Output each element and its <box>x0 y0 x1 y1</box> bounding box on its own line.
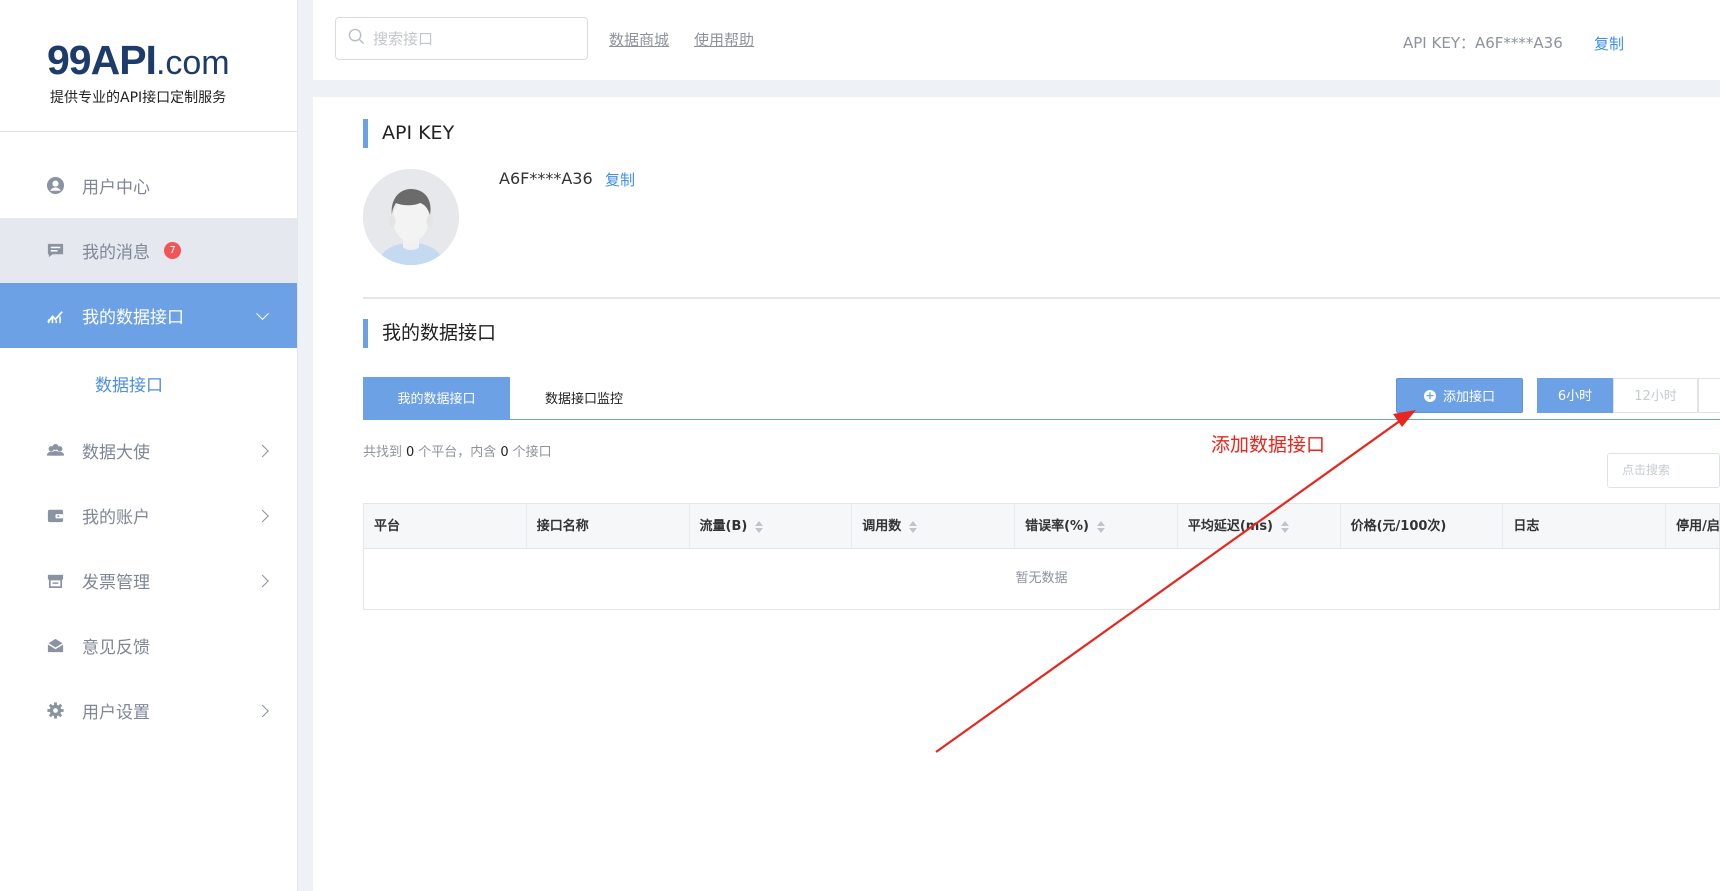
table-empty-state: 暂无数据 <box>1015 571 1068 586</box>
api-key-section-title: API KEY <box>363 119 454 148</box>
sidebar-item-invoice[interactable]: 发票管理 <box>0 548 297 613</box>
sidebar-nav: 用户中心 我的消息 7 我的数据接口 数据接口 数据大使 我的账户 发票管理 意… <box>0 132 297 743</box>
col-toggle: 停用/启 <box>1676 519 1720 534</box>
sidebar-item-label: 意见反馈 <box>82 638 150 658</box>
sidebar-item-label: 我的数据接口 <box>82 308 184 328</box>
sidebar-item-messages[interactable]: 我的消息 7 <box>0 218 297 283</box>
sidebar-item-my-data-api[interactable]: 我的数据接口 <box>0 283 297 348</box>
help-link[interactable]: 使用帮助 <box>694 29 754 50</box>
col-error-rate[interactable]: 错误率(%) <box>1015 504 1178 549</box>
top-bar: 数据商城 使用帮助 API KEY：A6F****A36 复制 <box>313 0 1720 80</box>
annotation-label: 添加数据接口 <box>1211 434 1326 456</box>
search-input[interactable] <box>373 29 573 48</box>
logo[interactable]: 99API.com 提供专业的API接口定制服务 <box>0 0 297 132</box>
search-box[interactable] <box>335 17 588 60</box>
table-header: 平台 接口名称 流量(B) 调用数 错误率(%) 平均延迟(ms) 价格(元/1… <box>364 504 1719 549</box>
chevron-right-icon <box>256 509 269 522</box>
sidebar: 99API.com 提供专业的API接口定制服务 用户中心 我的消息 7 我的数… <box>0 0 298 891</box>
api-table: 平台 接口名称 流量(B) 调用数 错误率(%) 平均延迟(ms) 价格(元/1… <box>363 503 1720 610</box>
col-platform: 平台 <box>364 504 527 549</box>
gear-icon <box>46 701 65 720</box>
col-log: 日志 <box>1503 504 1667 549</box>
chart-icon <box>46 306 65 325</box>
user-circle-icon <box>46 176 65 195</box>
col-api-name: 接口名称 <box>527 504 690 549</box>
sort-icon <box>1281 520 1289 533</box>
range-6h-button[interactable]: 6小时 <box>1537 378 1613 413</box>
data-mall-link[interactable]: 数据商城 <box>609 29 669 50</box>
add-api-button[interactable]: + 添加接口 <box>1396 378 1523 413</box>
chevron-right-icon <box>256 444 269 457</box>
chevron-right-icon <box>256 574 269 587</box>
invoice-icon <box>46 571 65 590</box>
col-calls[interactable]: 调用数 <box>852 504 1016 549</box>
logo-tagline: 提供专业的API接口定制服务 <box>50 90 227 106</box>
search-icon <box>348 28 365 49</box>
copy-api-key-button[interactable]: 复制 <box>1594 33 1624 54</box>
sort-icon <box>1096 520 1105 533</box>
table-search-input[interactable]: 点击搜索 <box>1607 453 1720 488</box>
sidebar-item-label: 用户设置 <box>82 703 150 723</box>
avatar <box>363 169 459 265</box>
copy-key-button[interactable]: 复制 <box>605 169 635 190</box>
range-more-button[interactable] <box>1698 378 1720 413</box>
api-key-display: API KEY：A6F****A36 <box>1403 34 1563 52</box>
sort-icon <box>755 520 764 533</box>
tab-my-data-api[interactable]: 我的数据接口 <box>363 377 510 420</box>
wallet-icon <box>46 506 65 525</box>
people-icon <box>46 441 65 460</box>
sidebar-item-data-ambassador[interactable]: 数据大使 <box>0 418 297 483</box>
data-api-section-title: 我的数据接口 <box>363 319 496 348</box>
sidebar-subitem-data-api[interactable]: 数据接口 <box>0 348 297 418</box>
add-api-label: 添加接口 <box>1442 390 1495 405</box>
inbox-icon <box>46 636 65 655</box>
col-price: 价格(元/100次) <box>1341 504 1504 549</box>
sort-icon <box>909 520 918 533</box>
col-traffic[interactable]: 流量(B) <box>690 504 853 549</box>
message-count-badge: 7 <box>164 242 181 259</box>
api-key-value: A6F****A36 <box>499 169 593 188</box>
sidebar-item-user-center[interactable]: 用户中心 <box>0 153 297 218</box>
plus-circle-icon: + <box>1423 388 1436 402</box>
message-icon <box>46 241 65 260</box>
logo-text: 99API.com <box>47 37 230 83</box>
sidebar-item-label: 用户中心 <box>82 178 150 198</box>
result-summary: 共找到 0 个平台，内含 0 个接口 <box>363 445 552 460</box>
sidebar-item-label: 发票管理 <box>82 573 150 593</box>
sidebar-item-label: 数据大使 <box>82 443 150 463</box>
chevron-right-icon <box>256 704 269 717</box>
col-avg-latency[interactable]: 平均延迟(ms) <box>1178 504 1341 549</box>
chevron-down-icon <box>256 306 269 320</box>
tab-api-monitor[interactable]: 数据接口监控 <box>510 377 658 420</box>
range-12h-button[interactable]: 12小时 <box>1613 378 1698 413</box>
sidebar-item-my-account[interactable]: 我的账户 <box>0 483 297 548</box>
main-panel: API KEY A6F****A36 复制 我的数据接口 我的数据接口 数据接口… <box>313 97 1720 891</box>
sidebar-item-user-settings[interactable]: 用户设置 <box>0 678 297 743</box>
sidebar-item-label: 我的账户 <box>82 508 150 528</box>
sidebar-item-feedback[interactable]: 意见反馈 <box>0 613 297 678</box>
sidebar-item-label: 我的消息 <box>82 243 150 263</box>
section-divider <box>363 297 1720 299</box>
